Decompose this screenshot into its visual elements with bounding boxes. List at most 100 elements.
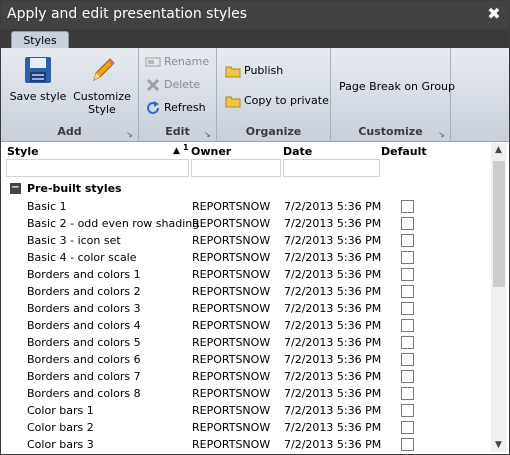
rename-button[interactable]: Rename [145, 53, 209, 71]
default-checkbox[interactable] [401, 319, 414, 332]
table-row[interactable]: Borders and colors 6 REPORTSNOW 7/2/2013 5… [4, 351, 489, 368]
customize-group-launcher-icon[interactable]: ↘ [438, 131, 446, 139]
date-cell: 7/2/2013 5:36 PM [284, 336, 382, 349]
column-header-owner[interactable]: Owner [191, 145, 231, 158]
table-row[interactable]: Color bars 3 REPORTSNOW 7/2/2013 5:36 PM [4, 436, 489, 453]
scroll-down-icon[interactable]: ▼ [491, 438, 506, 452]
style-name-cell: Color bars 2 [27, 421, 94, 434]
rename-icon [145, 57, 161, 67]
column-header-style[interactable]: Style [7, 145, 39, 158]
owner-cell: REPORTSNOW [192, 438, 271, 451]
style-name-cell: Borders and colors 3 [27, 302, 141, 315]
save-style-label: Save style [9, 90, 67, 103]
close-icon[interactable]: ✖ [485, 5, 503, 23]
owner-filter-input[interactable] [191, 159, 281, 177]
group-title: Pre-built styles [27, 182, 122, 195]
style-name-cell: Basic 3 - icon set [27, 234, 121, 247]
copy-to-private-button[interactable]: Copy to private [225, 92, 329, 110]
table-row[interactable]: Basic 3 - icon set REPORTSNOW 7/2/2013 5:3… [4, 232, 489, 249]
default-checkbox[interactable] [401, 285, 414, 298]
table-row[interactable]: Basic 2 - odd even row shading REPORTSNOW… [4, 215, 489, 232]
ribbon-group-customize: Page Break on Group Customize ↘ [331, 48, 455, 142]
owner-cell: REPORTSNOW [192, 268, 271, 281]
table-row[interactable]: Borders and colors 2 REPORTSNOW 7/2/2013 5… [4, 283, 489, 300]
default-checkbox[interactable] [401, 268, 414, 281]
table-row[interactable]: Borders and colors 7 REPORTSNOW 7/2/2013 5… [4, 368, 489, 385]
owner-cell: REPORTSNOW [192, 387, 271, 400]
default-checkbox[interactable] [401, 404, 414, 417]
customize-style-button[interactable]: Customize Style [71, 54, 133, 116]
add-group-launcher-icon[interactable]: ↘ [126, 131, 134, 139]
sort-ascending-icon[interactable]: ▲ [173, 146, 180, 156]
ribbon-group-label-customize: Customize [358, 125, 423, 138]
default-checkbox[interactable] [401, 234, 414, 247]
rename-label: Rename [164, 55, 210, 68]
folder-icon [225, 66, 241, 78]
table-row[interactable]: Borders and colors 4 REPORTSNOW 7/2/2013 5… [4, 317, 489, 334]
refresh-button[interactable]: Refresh [145, 99, 206, 117]
style-filter-input[interactable] [6, 159, 189, 177]
delete-button[interactable]: Delete [145, 76, 200, 94]
default-checkbox[interactable] [401, 200, 414, 213]
table-row[interactable]: Color bars 2 REPORTSNOW 7/2/2013 5:36 PM [4, 419, 489, 436]
page-break-on-group-button[interactable]: Page Break on Group [339, 78, 455, 96]
delete-x-icon [146, 78, 160, 92]
table-row[interactable]: Basic 1 REPORTSNOW 7/2/2013 5:36 PM [4, 198, 489, 215]
style-name-cell: Basic 4 - color scale [27, 251, 137, 264]
refresh-icon [147, 101, 159, 114]
save-style-button[interactable]: Save style [7, 54, 69, 103]
default-checkbox[interactable] [401, 336, 414, 349]
date-cell: 7/2/2013 5:36 PM [284, 234, 382, 247]
date-cell: 7/2/2013 5:36 PM [284, 438, 382, 451]
table-row[interactable]: Borders and colors 3 REPORTSNOW 7/2/2013 5… [4, 300, 489, 317]
publish-label: Publish [244, 64, 284, 77]
refresh-label: Refresh [164, 101, 206, 114]
default-checkbox[interactable] [401, 217, 414, 230]
customize-style-label-line2: Style [88, 103, 116, 116]
title-bar: Apply and edit presentation styles ✖ [1, 1, 509, 29]
table-row[interactable]: Basic 4 - color scale REPORTSNOW 7/2/2013 … [4, 249, 489, 266]
default-checkbox[interactable] [401, 421, 414, 434]
style-name-cell: Borders and colors 6 [27, 353, 141, 366]
vertical-scrollbar[interactable]: ▲ ▼ [491, 143, 506, 452]
publish-button[interactable]: Publish [225, 62, 283, 80]
owner-cell: REPORTSNOW [192, 285, 271, 298]
owner-cell: REPORTSNOW [192, 234, 271, 247]
scroll-up-icon[interactable]: ▲ [491, 143, 506, 157]
date-cell: 7/2/2013 5:36 PM [284, 200, 382, 213]
column-header-default[interactable]: Default [381, 145, 427, 158]
date-cell: 7/2/2013 5:36 PM [284, 251, 382, 264]
date-cell: 7/2/2013 5:36 PM [284, 404, 382, 417]
owner-cell: REPORTSNOW [192, 251, 271, 264]
style-name-cell: Borders and colors 7 [27, 370, 141, 383]
ribbon-group-add: Save style Customize Style Add ↘ [1, 48, 139, 142]
table-row[interactable]: Borders and colors 1 REPORTSNOW 7/2/2013 5… [4, 266, 489, 283]
owner-cell: REPORTSNOW [192, 421, 271, 434]
column-header-date[interactable]: Date [283, 145, 312, 158]
tab-strip: Styles [1, 29, 509, 50]
sort-order-number: 1 [183, 143, 189, 152]
default-checkbox[interactable] [401, 438, 414, 451]
owner-cell: REPORTSNOW [192, 302, 271, 315]
ribbon: Save style Customize Style Add ↘ Rename … [1, 48, 509, 142]
collapse-icon[interactable]: − [10, 183, 21, 194]
customize-style-label-line1: Customize [73, 90, 131, 103]
date-cell: 7/2/2013 5:36 PM [284, 370, 382, 383]
default-checkbox[interactable] [401, 251, 414, 264]
style-name-cell: Borders and colors 1 [27, 268, 141, 281]
table-row[interactable]: Borders and colors 8 REPORTSNOW 7/2/2013 5… [4, 385, 489, 402]
default-checkbox[interactable] [401, 353, 414, 366]
date-cell: 7/2/2013 5:36 PM [284, 353, 382, 366]
owner-cell: REPORTSNOW [192, 217, 271, 230]
default-checkbox[interactable] [401, 302, 414, 315]
grid-header: Style ▲ 1 Owner Date Default [4, 143, 489, 159]
default-checkbox[interactable] [401, 370, 414, 383]
edit-group-launcher-icon[interactable]: ↘ [204, 131, 212, 139]
table-row[interactable]: Color bars 1 REPORTSNOW 7/2/2013 5:36 PM [4, 402, 489, 419]
scrollbar-thumb[interactable] [493, 161, 505, 287]
date-filter-input[interactable] [283, 159, 380, 177]
table-row[interactable]: Borders and colors 5 REPORTSNOW 7/2/2013 5… [4, 334, 489, 351]
filter-row [4, 159, 489, 179]
date-cell: 7/2/2013 5:36 PM [284, 387, 382, 400]
default-checkbox[interactable] [401, 387, 414, 400]
